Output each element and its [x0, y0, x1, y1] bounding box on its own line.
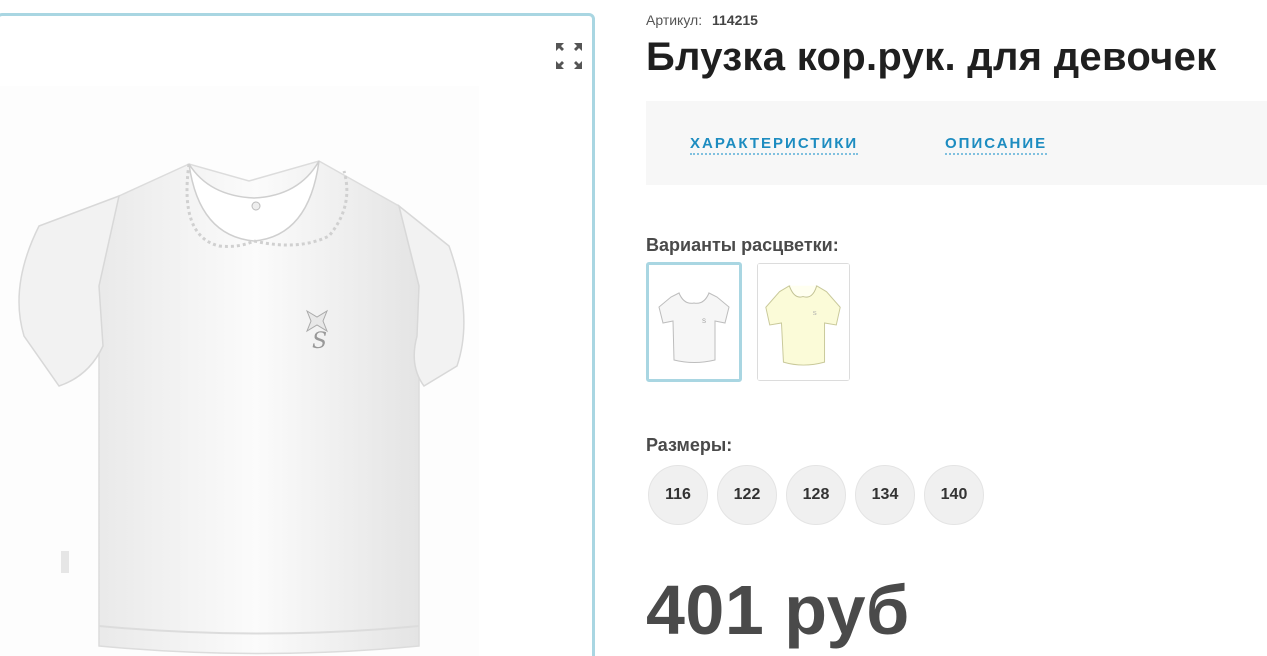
color-variants-label: Варианты расцветки: [646, 235, 839, 255]
color-variant-white[interactable]: S [646, 262, 742, 382]
size-option-128[interactable]: 128 [786, 465, 846, 525]
sku-label: Артикул: [646, 12, 703, 28]
size-option-116[interactable]: 116 [648, 465, 708, 525]
size-option-134[interactable]: 134 [855, 465, 915, 525]
tab-description[interactable]: ОПИСАНИЕ [945, 135, 1048, 155]
svg-text:S: S [312, 329, 327, 354]
white-blouse-thumbnail: S [649, 265, 739, 379]
product-page: S Артикул: 114215 Блузка кор.рук. для де… [0, 0, 1267, 656]
tab-characteristics[interactable]: ХАРАКТЕРИСТИКИ [690, 135, 859, 155]
product-tabs: ХАРАКТЕРИСТИКИ ОПИСАНИЕ [646, 101, 1267, 185]
product-price: 401 руб [646, 571, 910, 649]
product-gallery: S [0, 13, 595, 656]
product-title: Блузка кор.рук. для девочек [646, 35, 1217, 79]
sku-row: Артикул: 114215 [646, 12, 758, 28]
svg-text:S: S [813, 311, 817, 317]
product-main-image[interactable]: S [0, 86, 479, 656]
expand-icon[interactable] [553, 40, 585, 72]
svg-text:S: S [702, 319, 706, 325]
color-variant-cream[interactable]: S [757, 263, 850, 381]
size-option-140[interactable]: 140 [924, 465, 984, 525]
cream-blouse-thumbnail: S [758, 264, 849, 380]
size-option-122[interactable]: 122 [717, 465, 777, 525]
sku-value: 114215 [711, 12, 758, 28]
sizes-label: Размеры: [646, 435, 733, 455]
